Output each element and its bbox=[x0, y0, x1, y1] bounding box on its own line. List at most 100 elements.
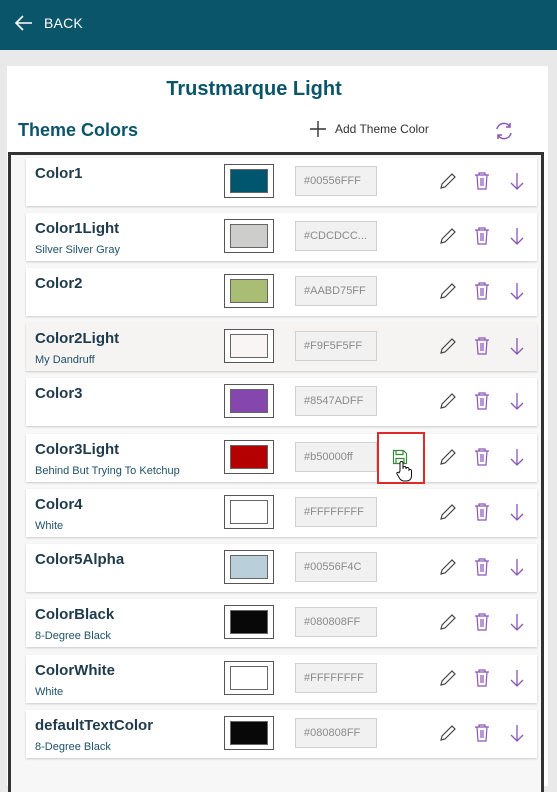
color-swatch-button[interactable] bbox=[224, 440, 274, 474]
trash-icon[interactable] bbox=[473, 612, 491, 632]
color-row: ColorWhite White #FFFFFFFF bbox=[26, 655, 537, 703]
hex-input[interactable]: #CDCDCC... bbox=[295, 221, 377, 251]
color-swatch-button[interactable] bbox=[224, 274, 274, 308]
arrow-down-icon[interactable] bbox=[509, 723, 525, 743]
color-swatch-button[interactable] bbox=[224, 219, 274, 253]
plus-icon bbox=[310, 121, 326, 137]
color-name: ColorBlack bbox=[35, 606, 115, 623]
color-swatch bbox=[230, 389, 268, 413]
color-swatch-button[interactable] bbox=[224, 495, 274, 529]
color-row: Color3 #8547ADFF bbox=[26, 378, 537, 426]
arrow-down-icon[interactable] bbox=[509, 668, 525, 688]
trash-icon[interactable] bbox=[473, 391, 491, 411]
color-row: Color3Light Behind But Trying To Ketchup… bbox=[26, 432, 537, 484]
top-bar: BACK bbox=[0, 0, 557, 50]
color-swatch bbox=[230, 666, 268, 690]
hand-cursor-icon bbox=[396, 461, 412, 482]
color-swatch-button[interactable] bbox=[224, 716, 274, 750]
trash-icon[interactable] bbox=[473, 502, 491, 522]
color-swatch bbox=[230, 555, 268, 579]
back-label: BACK bbox=[44, 15, 83, 31]
arrow-down-icon[interactable] bbox=[509, 612, 525, 632]
color-row: Color2Light My Dandruff #F9F5F5FF bbox=[26, 323, 537, 371]
pencil-icon[interactable] bbox=[438, 336, 458, 356]
color-subtitle: Silver Silver Gray bbox=[35, 244, 120, 256]
arrow-down-icon[interactable] bbox=[509, 447, 525, 467]
hex-input[interactable]: #FFFFFFFF bbox=[295, 497, 377, 527]
color-name: Color1 bbox=[35, 165, 83, 182]
color-name: Color3Light bbox=[35, 441, 120, 458]
arrow-down-icon[interactable] bbox=[509, 391, 525, 411]
trash-icon[interactable] bbox=[473, 557, 491, 577]
hex-input[interactable]: #8547ADFF bbox=[295, 386, 377, 416]
color-name: Color5Alpha bbox=[35, 551, 125, 568]
save-button[interactable] bbox=[377, 432, 425, 484]
color-subtitle: 8-Degree Black bbox=[35, 630, 111, 642]
trash-icon[interactable] bbox=[473, 226, 491, 246]
color-name: Color3 bbox=[35, 385, 83, 402]
pencil-icon[interactable] bbox=[438, 391, 458, 411]
color-row: Color1 #00556FFF bbox=[26, 158, 537, 206]
color-swatch bbox=[230, 279, 268, 303]
pencil-icon[interactable] bbox=[438, 557, 458, 577]
trash-icon[interactable] bbox=[473, 668, 491, 688]
color-swatch-button[interactable] bbox=[224, 329, 274, 363]
arrow-down-icon[interactable] bbox=[509, 171, 525, 191]
color-row: Color2 #AABD75FF bbox=[26, 268, 537, 316]
hex-input[interactable]: #FFFFFFFF bbox=[295, 663, 377, 693]
add-theme-color-label: Add Theme Color bbox=[335, 122, 429, 136]
trash-icon[interactable] bbox=[473, 281, 491, 301]
trash-icon[interactable] bbox=[473, 447, 491, 467]
hex-input[interactable]: #AABD75FF bbox=[295, 276, 377, 306]
arrow-left-icon bbox=[14, 15, 32, 31]
pencil-icon[interactable] bbox=[438, 612, 458, 632]
pencil-icon[interactable] bbox=[438, 281, 458, 301]
pencil-icon[interactable] bbox=[438, 723, 458, 743]
hex-input[interactable]: #F9F5F5FF bbox=[295, 331, 377, 361]
arrow-down-icon[interactable] bbox=[509, 281, 525, 301]
add-theme-color-button[interactable]: Add Theme Color bbox=[309, 120, 429, 138]
color-swatch-button[interactable] bbox=[224, 605, 274, 639]
color-swatch bbox=[230, 721, 268, 745]
pencil-icon[interactable] bbox=[438, 226, 458, 246]
hex-input[interactable]: #00556F4C bbox=[295, 552, 377, 582]
color-row: Color4 White #FFFFFFFF bbox=[26, 489, 537, 537]
pencil-icon[interactable] bbox=[438, 447, 458, 467]
color-swatch-button[interactable] bbox=[224, 384, 274, 418]
color-swatch bbox=[230, 610, 268, 634]
section-title: Theme Colors bbox=[18, 120, 139, 140]
color-row: defaultTextColor 8-Degree Black #080808F… bbox=[26, 710, 537, 758]
arrow-down-icon[interactable] bbox=[509, 226, 525, 246]
arrow-down-icon[interactable] bbox=[509, 502, 525, 522]
hex-input[interactable]: #b50000ff bbox=[295, 442, 377, 472]
color-swatch bbox=[230, 500, 268, 524]
trash-icon[interactable] bbox=[473, 723, 491, 743]
color-name: Color1Light bbox=[35, 220, 120, 237]
arrow-down-icon[interactable] bbox=[509, 557, 525, 577]
color-swatch-button[interactable] bbox=[224, 661, 274, 695]
color-row: Color1Light Silver Silver Gray #CDCDCC..… bbox=[26, 213, 537, 261]
refresh-icon[interactable] bbox=[494, 121, 514, 141]
color-subtitle: White bbox=[35, 686, 64, 698]
color-swatch-button[interactable] bbox=[224, 164, 274, 198]
hex-input[interactable]: #00556FFF bbox=[295, 166, 377, 196]
color-name: Color2 bbox=[35, 275, 83, 292]
color-subtitle: 8-Degree Black bbox=[35, 741, 111, 753]
hex-input[interactable]: #080808FF bbox=[295, 607, 377, 637]
color-name: defaultTextColor bbox=[35, 717, 154, 734]
trash-icon[interactable] bbox=[473, 171, 491, 191]
pencil-icon[interactable] bbox=[438, 502, 458, 522]
hex-input[interactable]: #080808FF bbox=[295, 718, 377, 748]
trash-icon[interactable] bbox=[473, 336, 491, 356]
color-name: Color4 bbox=[35, 496, 83, 513]
color-swatch-button[interactable] bbox=[224, 550, 274, 584]
color-row: ColorBlack 8-Degree Black #080808FF bbox=[26, 599, 537, 647]
pencil-icon[interactable] bbox=[438, 668, 458, 688]
color-swatch bbox=[230, 334, 268, 358]
pencil-icon[interactable] bbox=[438, 171, 458, 191]
color-row: Color5Alpha #00556F4C bbox=[26, 544, 537, 592]
back-button[interactable]: BACK bbox=[14, 13, 83, 33]
color-subtitle: Behind But Trying To Ketchup bbox=[35, 465, 180, 477]
arrow-down-icon[interactable] bbox=[509, 336, 525, 356]
color-swatch bbox=[230, 169, 268, 193]
